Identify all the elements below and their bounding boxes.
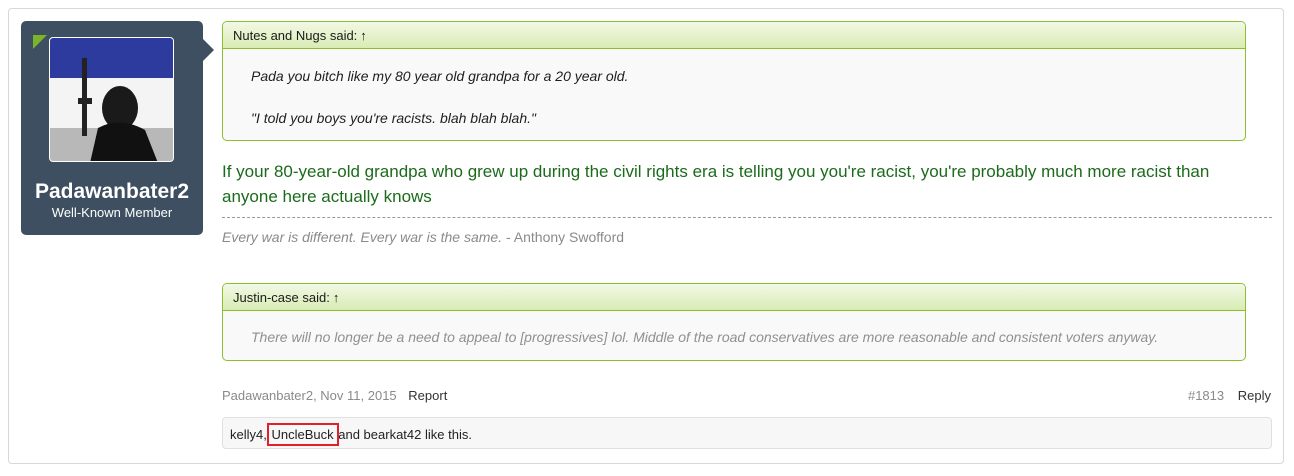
signature: Every war is different. Every war is the… [222,229,624,245]
signature-quote: Every war is different. Every war is the… [222,229,503,245]
likes-summary: kelly4, UncleBuck and bearkat42 like thi… [222,417,1272,449]
quote-header: Justin-case said: ↑ [223,284,1245,311]
card-pointer [203,39,214,61]
post-controls: #1813 Reply [1188,388,1271,403]
signature-divider [222,217,1272,218]
post-meta: Padawanbater2, Nov 11, 2015 Report [222,388,447,403]
likes-rest-text: and bearkat42 like this. [334,427,472,442]
reply-link[interactable]: Reply [1238,388,1271,403]
like-user-link-highlighted[interactable]: UncleBuck [266,423,339,446]
go-to-quote-icon[interactable]: ↑ [360,28,367,43]
quote-attribution: Justin-case said: [233,290,330,305]
avatar-image [50,38,173,161]
quote-header: Nutes and Nugs said: ↑ [223,22,1245,49]
avatar[interactable] [49,37,174,162]
quote-text: There will no longer be a need to appeal… [251,329,1159,345]
quote-text: "I told you boys you're racists. blah bl… [251,110,536,126]
user-card: Padawanbater2 Well-Known Member [21,21,203,235]
like-user-link[interactable]: kelly4 [230,427,263,442]
quote-block: Nutes and Nugs said: ↑ Pada you bitch lik… [222,21,1246,141]
quote-text: Pada you bitch like my 80 year old grand… [251,68,629,84]
quote-block: Justin-case said: ↑ There will no longer … [222,283,1246,361]
user-title: Well-Known Member [51,205,173,220]
like-separator: , [263,427,267,442]
go-to-quote-icon[interactable]: ↑ [333,290,340,305]
corner-ribbon [33,35,47,49]
username[interactable]: Padawanbater2 [21,180,203,204]
post-message: If your 80-year-old grandpa who grew up … [222,162,1210,206]
report-link[interactable]: Report [408,388,447,403]
quote-attribution: Nutes and Nugs said: [233,28,358,43]
author-date-link[interactable]: Padawanbater2, Nov 11, 2015 [222,388,397,403]
signature-author: - Anthony Swofford [505,229,625,245]
post-number-link[interactable]: #1813 [1188,388,1224,403]
post-container: Padawanbater2 Well-Known Member Nutes an… [8,8,1284,464]
